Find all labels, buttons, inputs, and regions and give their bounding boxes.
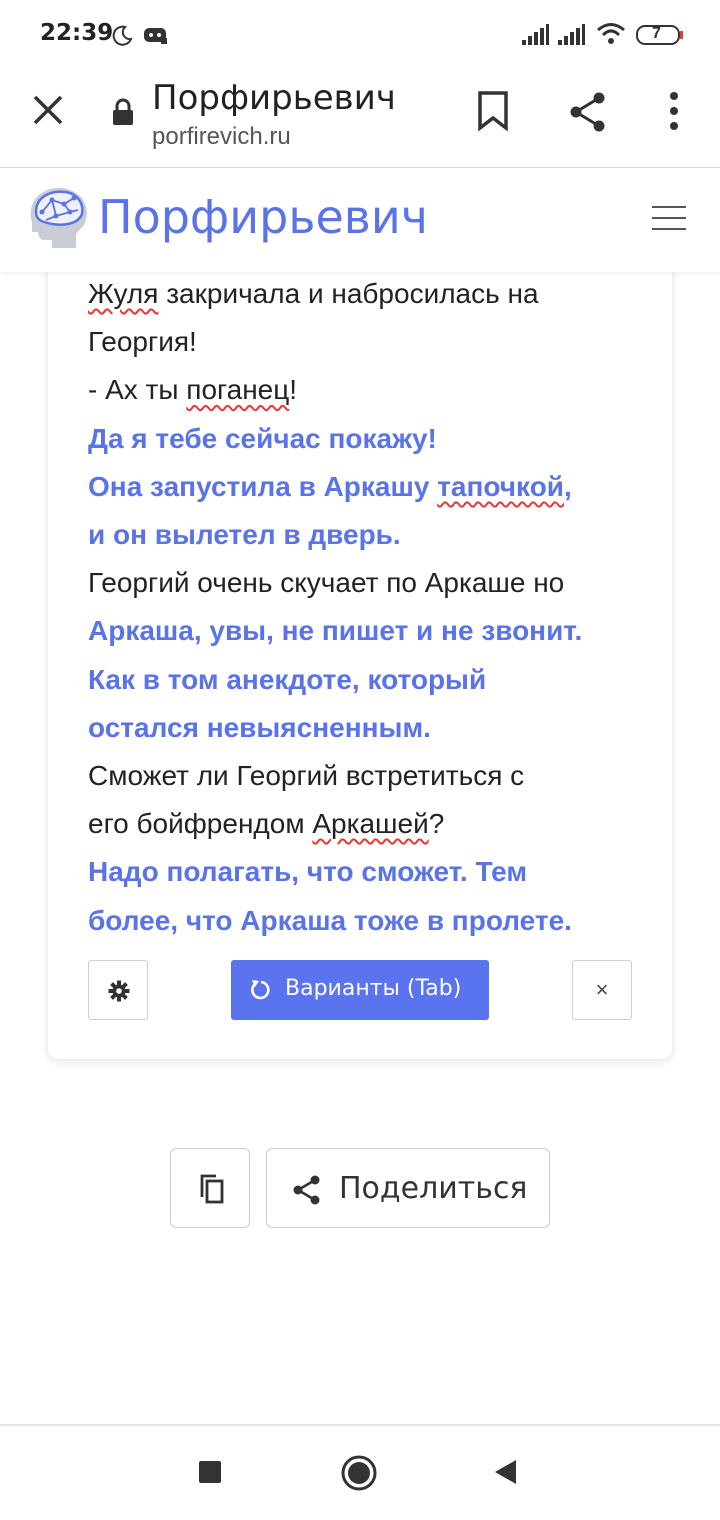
signal-icon [556,24,586,51]
user-line: Сможет ли Георгий встретиться с [88,752,648,800]
share-button[interactable]: Поделиться [266,1148,550,1228]
more-vert-icon[interactable] [664,90,684,134]
misspelled-word: Жуля [88,278,159,309]
copy-icon [197,1173,225,1210]
text-fragment: и он вылетел в дверь. [88,519,401,551]
battery-level: 7 [652,25,661,42]
text-fragment: , [564,470,572,502]
generated-line: Да я тебе сейчас покажу! [88,415,648,463]
share-icon[interactable] [568,90,608,134]
text-fragment: его бойфрендом [88,808,313,840]
menu-icon[interactable] [652,206,686,232]
home-circle-icon[interactable] [340,1454,378,1497]
user-line: его бойфрендом Аркашей? [88,800,648,848]
navigation-bar [0,1424,720,1520]
lock-icon [112,98,134,131]
story-text[interactable]: Жуля закричала и набросилась на Георгия! -… [88,270,648,945]
status-bar: 22:39 7 [0,0,720,70]
text-fragment: Аркаша, увы, не пишет и не звонит. [88,615,583,647]
back-triangle-icon[interactable] [492,1458,518,1491]
generated-line: остался невыясненным. [88,704,648,752]
text-fragment: Георгий очень скучает по Аркаше но [88,567,565,599]
user-line: Георгия! [88,318,648,366]
generated-line: Как в том анекдоте, который [88,656,648,704]
bookmark-icon[interactable] [476,90,516,134]
user-line: Жуля закричала и набросилась на [88,270,648,318]
text-fragment: Она запустила в Аркашу [88,470,438,502]
text-fragment: Георгия! [88,326,197,358]
generated-line: Аркаша, увы, не пишет и не звонит. [88,607,648,655]
share-label: Поделиться [339,1171,528,1206]
user-line: Георгий очень скучает по Аркаше но [88,559,648,607]
variants-button[interactable]: Варианты (Tab) [231,960,489,1020]
text-fragment: более, что Аркаша тоже в пролете. [88,904,572,936]
status-time: 22:39 [40,20,114,46]
signal-icon [520,24,550,51]
gear-icon [108,980,130,1007]
moon-icon [110,24,134,53]
close-button[interactable]: × [572,960,632,1020]
user-line: - Ах ты поганец! [88,366,648,414]
close-icon: × [595,977,609,1002]
settings-button[interactable] [88,960,148,1020]
discord-icon [143,26,169,51]
text-fragment: остался невыясненным. [88,711,431,743]
generated-line: более, что Аркаша тоже в пролете. [88,897,648,945]
close-icon[interactable] [30,92,66,128]
generated-line: Надо полагать, что сможет. Тем [88,848,648,896]
text-fragment: ? [428,808,445,840]
page-title: Порфирьевич [152,78,396,118]
text-fragment: Да я тебе сейчас покажу! [88,422,437,454]
generated-line: Она запустила в Аркашу тапочкой, [88,463,648,511]
wifi-icon [596,22,626,51]
page-url: porfirevich.ru [152,123,291,150]
misspelled-word: Аркашей [312,808,429,840]
recents-square-icon[interactable] [198,1460,222,1489]
text-fragment: Как в том анекдоте, который [88,663,487,695]
brain-logo-icon[interactable] [22,182,94,259]
site-name[interactable]: Порфирьевич [98,190,428,244]
generated-line: и он вылетел в дверь. [88,511,648,559]
site-header: Порфирьевич [0,168,720,272]
copy-button[interactable] [170,1148,250,1228]
misspelled-word: тапочкой [437,470,565,502]
text-fragment: - Ах ты [88,374,187,406]
text-fragment: ! [289,374,298,406]
text-fragment: закричала и набросилась на [158,278,539,309]
refresh-icon [249,978,271,1009]
editor-card: Жуля закричала и набросилась на Георгия! -… [48,262,672,1059]
browser-toolbar: Порфирьевич porfirevich.ru [0,70,720,168]
text-fragment: Надо полагать, что сможет. Тем [88,856,528,888]
variants-label: Варианты (Tab) [285,976,462,1001]
misspelled-word: поганец [186,374,290,406]
share-icon [293,1175,321,1210]
text-fragment: Сможет ли Георгий встретиться с [88,760,525,792]
